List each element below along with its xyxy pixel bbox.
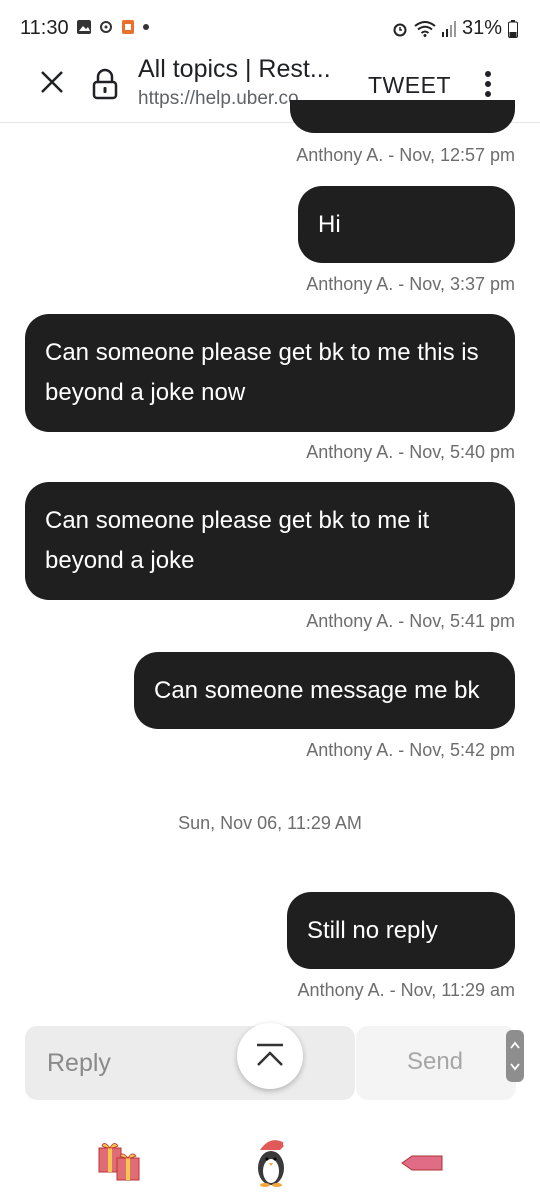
message-meta: Anthony A. - Nov, 5:42 pm	[306, 740, 515, 760]
app-notification-icon	[122, 20, 134, 34]
message-bubble: Can someone please get bk to me this is …	[25, 314, 515, 432]
message-bubble	[290, 100, 515, 133]
more-vert-icon[interactable]	[478, 68, 498, 100]
more-notifications-dot-icon	[143, 24, 149, 30]
penguin-sticker-icon[interactable]	[252, 1134, 290, 1188]
status-bar: 11:30 31%	[0, 0, 540, 58]
wifi-icon	[414, 20, 436, 37]
page-title[interactable]: All topics | Rest...	[138, 55, 348, 84]
sticker-toolbar	[0, 1130, 540, 1200]
gallery-icon	[77, 20, 91, 34]
message-meta: Anthony A. - Nov, 12:57 pm	[296, 145, 515, 165]
scroll-to-top-button[interactable]	[237, 1023, 303, 1089]
gift-icon[interactable]	[97, 1140, 143, 1182]
message-meta: Anthony A. - Nov, 11:29 am	[297, 980, 515, 1000]
battery-percent: 31%	[461, 17, 502, 39]
send-label: Send	[406, 1048, 464, 1075]
reply-box[interactable]	[25, 1026, 355, 1100]
up-down-arrows-icon	[510, 1041, 520, 1071]
notification-icons	[76, 19, 150, 35]
message-text: Still no reply	[307, 917, 438, 944]
message-text: Hi	[318, 211, 341, 238]
lock-icon[interactable]	[92, 68, 118, 100]
message-meta: Anthony A. - Nov, 5:40 pm	[306, 442, 515, 462]
message-bubble: Can someone please get bk to me it beyon…	[25, 482, 515, 600]
close-icon[interactable]	[36, 66, 68, 98]
message-bubble: Still no reply	[287, 892, 515, 969]
send-button[interactable]: Send	[356, 1026, 516, 1100]
battery-icon	[508, 19, 518, 38]
status-time: 11:30	[20, 17, 69, 39]
alarm-icon	[393, 23, 407, 36]
message-text: Can someone please get bk to me it beyon…	[45, 507, 430, 574]
tweet-button[interactable]: TWEET	[368, 72, 451, 99]
ship-wheel-icon	[100, 21, 112, 33]
chevron-up-icon	[257, 1043, 283, 1066]
message-meta: Anthony A. - Nov, 3:37 pm	[306, 274, 515, 294]
message-bubble: Can someone message me bk	[134, 652, 515, 729]
signal-icon	[441, 20, 456, 37]
message-meta: Anthony A. - Nov, 5:41 pm	[306, 611, 515, 631]
back-arrow-icon[interactable]	[400, 1154, 444, 1172]
message-text: Can someone please get bk to me this is …	[45, 339, 479, 406]
message-bubble: Hi	[298, 186, 515, 263]
date-separator: Sun, Nov 06, 11:29 AM	[178, 813, 362, 833]
scroll-handle[interactable]	[506, 1030, 524, 1082]
system-icons: 31%	[392, 17, 518, 40]
message-text: Can someone message me bk	[154, 677, 480, 704]
reply-input[interactable]	[47, 1042, 247, 1084]
